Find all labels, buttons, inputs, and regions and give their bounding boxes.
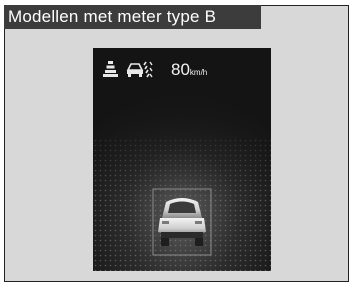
speed-readout: 80km/h bbox=[171, 59, 207, 84]
speed-unit: km/h bbox=[189, 68, 208, 77]
lane-keeping-icon bbox=[103, 61, 118, 77]
section-header: Modellen met meter type B bbox=[4, 5, 261, 29]
road-departure-icon bbox=[126, 61, 153, 78]
speed-value: 80 bbox=[171, 60, 190, 79]
meter-display: 80km/h bbox=[93, 48, 271, 271]
car-rear-icon bbox=[152, 188, 212, 256]
